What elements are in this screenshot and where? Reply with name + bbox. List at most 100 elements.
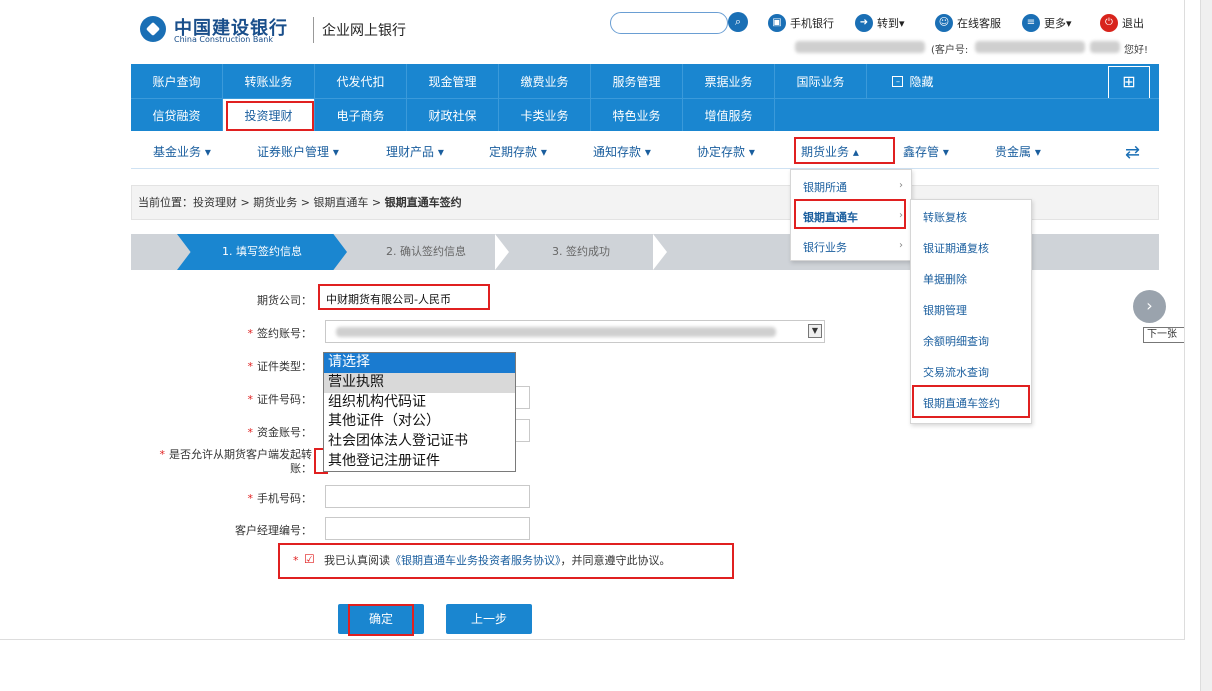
confirm-button[interactable]: 确定 <box>338 604 424 634</box>
main-nav-row2: 信贷融资 投资理财 电子商务 财政社保 卡类业务 特色业务 增值服务 <box>131 98 1159 131</box>
nav-credit[interactable]: 信贷融资 <box>131 99 223 131</box>
share-icon: ➜ <box>855 14 873 32</box>
online-service-link[interactable]: ☺ 在线客服 <box>935 14 1001 32</box>
more-icon: ≡ <box>1022 14 1040 32</box>
nav-account-query[interactable]: 账户查询 <box>131 64 223 98</box>
vertical-scrollbar[interactable] <box>1200 0 1212 691</box>
nav-service-mgmt[interactable]: 服务管理 <box>591 64 683 98</box>
step-3: 3. 签约成功 <box>552 245 610 258</box>
subnav-fund[interactable]: 基金业务 ▾ <box>153 143 211 160</box>
more-label: 更多▾ <box>1044 17 1072 30</box>
subnav-agreement-deposit[interactable]: 协定存款 ▾ <box>697 143 755 160</box>
logout-label: 退出 <box>1122 17 1144 30</box>
manager-no-input[interactable] <box>325 517 530 540</box>
breadcrumb-path: 投资理财 > 期货业务 > 银期直通车 > <box>193 196 385 209</box>
goto-label: 转到▾ <box>877 17 905 30</box>
cert-option[interactable]: 社会团体法人登记证书 <box>324 432 515 452</box>
redacted-name <box>1090 41 1120 53</box>
cert-option[interactable]: 请选择 <box>324 353 515 373</box>
subnav-notice-deposit[interactable]: 通知存款 ▾ <box>593 143 651 160</box>
browser-viewport: 中国建设银行 China Construction Bank 企业网上银行 ⌕ … <box>0 0 1185 640</box>
cert-option[interactable]: 其他证件（对公） <box>324 412 515 432</box>
mobile-icon: ▣ <box>768 14 786 32</box>
subnav-time-deposit[interactable]: 定期存款 ▾ <box>489 143 547 160</box>
menu-item[interactable]: 银期管理 <box>923 302 967 318</box>
futures-company-label: 期货公司： <box>257 294 312 307</box>
chevron-down-icon[interactable]: ▼ <box>808 324 822 338</box>
redacted-customer-no <box>975 41 1085 53</box>
menu-item[interactable]: 银行业务 <box>803 239 847 255</box>
power-icon: ⏻ <box>1100 14 1118 32</box>
nav-payment[interactable]: 缴费业务 <box>499 64 591 98</box>
sub-nav: 基金业务 ▾ 证券账户管理 ▾ 理财产品 ▾ 定期存款 ▾ 通知存款 ▾ 协定存… <box>131 131 1159 169</box>
nav-fiscal[interactable]: 财政社保 <box>407 99 499 131</box>
nav-investment[interactable]: 投资理财 <box>223 99 315 131</box>
nav-cards[interactable]: 卡类业务 <box>499 99 591 131</box>
nav-payroll[interactable]: 代发代扣 <box>315 64 407 98</box>
online-service-label: 在线客服 <box>957 17 1001 30</box>
menu-item-yqztc-sign[interactable]: 银期直通车签约 <box>923 395 1000 411</box>
menu-item[interactable]: 银期所通 <box>803 179 847 195</box>
greeting: 您好! <box>1124 45 1149 56</box>
breadcrumb-current: 银期直通车签约 <box>384 196 462 209</box>
breadcrumb-prefix: 当前位置： <box>138 196 193 209</box>
chevron-right-icon: › <box>899 180 903 191</box>
cert-type-label: * 证件类型： <box>247 360 313 373</box>
cert-option[interactable]: 其他登记注册证件 <box>324 452 515 472</box>
subnav-futures[interactable]: 期货业务 ▴ <box>801 143 859 160</box>
step-divider <box>653 234 667 270</box>
nav-value-added[interactable]: 增值服务 <box>683 99 775 131</box>
menu-item[interactable]: 转账复核 <box>923 209 967 225</box>
cert-option[interactable]: 营业执照 <box>324 372 515 393</box>
menu-item[interactable]: 银证期通复核 <box>923 240 989 256</box>
bank-name-en: China Construction Bank <box>174 35 273 44</box>
nav-hide[interactable]: – 隐藏 <box>867 64 959 98</box>
manager-no-label: 客户经理编号： <box>235 524 312 537</box>
subnav-securities[interactable]: 证券账户管理 ▾ <box>257 143 339 160</box>
service-icon: ☺ <box>935 14 953 32</box>
step-1: 1. 填写签约信息 <box>177 234 347 270</box>
nav-bills[interactable]: 票据业务 <box>683 64 775 98</box>
chevron-right-icon: › <box>899 240 903 251</box>
search-icon[interactable]: ⌕ <box>728 12 748 32</box>
nav-cash-mgmt[interactable]: 现金管理 <box>407 64 499 98</box>
swap-arrow-icon[interactable]: ⇄ <box>1125 142 1140 163</box>
agreement-link[interactable]: 《银期直通车业务投资者服务协议》 <box>390 554 561 567</box>
logout-link[interactable]: ⏻ 退出 <box>1100 14 1144 32</box>
agree-required-mark: * <box>293 554 299 567</box>
back-button[interactable]: 上一步 <box>446 604 532 634</box>
menu-item[interactable]: 交易流水查询 <box>923 364 989 380</box>
more-menu[interactable]: ≡ 更多▾ <box>1022 14 1072 32</box>
mobile-bank-link[interactable]: ▣ 手机银行 <box>768 14 834 32</box>
redacted-account <box>336 327 776 337</box>
cert-option[interactable]: 组织机构代码证 <box>324 393 515 413</box>
search-input[interactable] <box>610 12 728 34</box>
agreement-text: 我已认真阅读《银期直通车业务投资者服务协议》，并同意遵守此协议。 <box>324 554 671 567</box>
account-select[interactable] <box>325 320 825 343</box>
cert-type-options[interactable]: 请选择 营业执照 组织机构代码证 其他证件（对公） 社会团体法人登记证书 其他登… <box>323 352 516 472</box>
goto-menu[interactable]: ➜ 转到▾ <box>855 14 905 32</box>
phone-input[interactable] <box>325 485 530 508</box>
menu-item[interactable]: 单据删除 <box>923 271 967 287</box>
next-arrow-icon[interactable]: › <box>1133 290 1166 323</box>
subnav-xincunguan[interactable]: 鑫存管 ▾ <box>903 143 949 160</box>
menu-item[interactable]: 余额明细查询 <box>923 333 989 349</box>
fund-account-label: * 资金账号： <box>247 426 313 439</box>
mobile-bank-label: 手机银行 <box>790 17 834 30</box>
ccb-logo-icon <box>140 16 166 42</box>
phone-label: * 手机号码： <box>247 492 313 505</box>
nav-ecommerce[interactable]: 电子商务 <box>315 99 407 131</box>
chevron-right-icon: › <box>899 210 903 221</box>
subnav-precious-metals[interactable]: 贵金属 ▾ <box>995 143 1041 160</box>
nav-hide-label: 隐藏 <box>909 74 934 89</box>
cert-no-label: * 证件号码： <box>247 393 313 406</box>
nav-transfer[interactable]: 转账业务 <box>223 64 315 98</box>
menu-item-yqztc[interactable]: 银期直通车 <box>803 209 858 225</box>
subnav-wealth[interactable]: 理财产品 ▾ <box>386 143 444 160</box>
portal-name: 企业网上银行 <box>322 23 406 39</box>
futures-company-value: 中财期货有限公司-人民币 <box>326 293 451 306</box>
apps-grid-icon[interactable]: ⊞ <box>1108 66 1150 100</box>
nav-featured[interactable]: 特色业务 <box>591 99 683 131</box>
agree-checkbox[interactable]: ☑ <box>304 552 315 566</box>
nav-international[interactable]: 国际业务 <box>775 64 867 98</box>
